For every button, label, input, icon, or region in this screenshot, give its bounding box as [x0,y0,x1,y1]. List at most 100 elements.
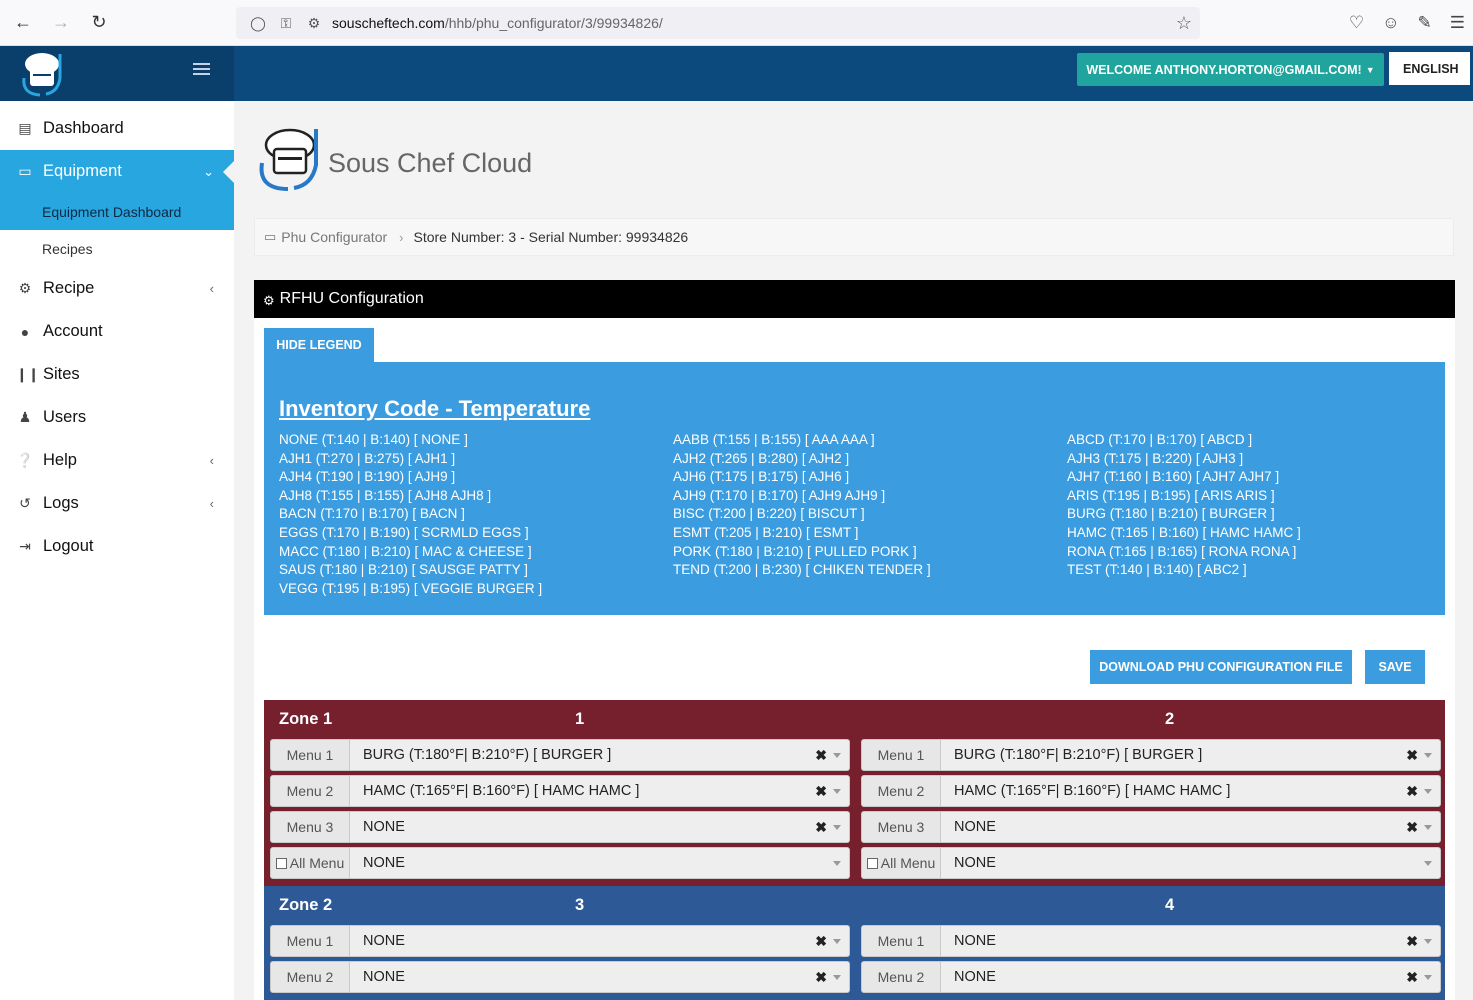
back-arrow-icon[interactable]: ← [4,0,42,46]
inventory-select[interactable]: NONE ✖ [941,961,1441,993]
clear-selection-icon[interactable]: ✖ [815,969,827,986]
chef-hat-logo-icon [22,53,62,97]
menu-icon[interactable]: ☰ [1450,13,1465,33]
legend-entry: TEND (T:200 | B:230) [ CHIKEN TENDER ] [673,562,931,578]
menu-row: Menu 1 NONE ✖ [270,925,850,957]
download-config-button[interactable]: DOWNLOAD PHU CONFIGURATION FILE [1090,650,1352,684]
inventory-select[interactable]: NONE ✖ [941,925,1441,957]
inventory-select[interactable]: NONE ✖ [350,811,850,843]
breadcrumb-current: Store Number: 3 - Serial Number: 9993482… [413,229,689,245]
all-menu-checkbox[interactable] [866,857,878,869]
sidebar: ▤ Dashboard ▭ Equipment ⌄ Equipment Dash… [0,101,234,1000]
sidebar-item-dashboard[interactable]: ▤ Dashboard [0,107,234,150]
chevron-left-icon: ‹ [209,281,214,296]
sidebar-item-help[interactable]: ❔ Help ‹ [0,439,234,482]
inventory-select[interactable]: NONE [350,847,850,879]
legend-entry: RONA (T:165 | B:165) [ RONA RONA ] [1067,543,1297,559]
menu-label: Menu 2 [861,961,941,993]
dropdown-arrow-icon[interactable] [833,789,841,794]
legend-entry: AJH2 (T:265 | B:280) [ AJH2 ] [673,450,850,466]
dropdown-arrow-icon[interactable] [833,753,841,758]
inventory-select[interactable]: NONE [941,847,1441,879]
all-menu-checkbox-label[interactable]: All Menu [270,847,350,879]
sidebar-item-label: Account [43,322,103,340]
sidebar-item-sites[interactable]: ❙❙ Sites [0,353,234,396]
forward-arrow-icon[interactable]: → [42,0,80,46]
dropdown-arrow-icon[interactable] [1424,753,1432,758]
app-header: WELCOME ANTHONY.HORTON@GMAIL.COM! ▼ ENGLI… [0,46,1473,101]
clear-selection-icon[interactable]: ✖ [1406,747,1418,764]
dropdown-arrow-icon[interactable] [833,861,841,866]
dropdown-arrow-icon[interactable] [833,825,841,830]
globe-icon: ● [20,323,30,340]
menu-label-text: Menu 1 [877,747,925,763]
zone-header: Zone 2 3 4 [264,886,1445,922]
dropdown-arrow-icon[interactable] [1424,939,1432,944]
inventory-select[interactable]: HAMC (T:165°F| B:160°F) [ HAMC HAMC ] ✖ [941,775,1441,807]
clear-selection-icon[interactable]: ✖ [815,933,827,950]
breadcrumb-root[interactable]: ▭ Phu Configurator [264,229,387,245]
chevron-right-icon: › [399,229,404,245]
url-host: souscheftech.com [332,15,445,31]
utensils-icon: ❙❙ [16,366,40,382]
bookmark-star-icon[interactable]: ☆ [1176,13,1192,34]
menu-label-text: Menu 2 [877,783,925,799]
all-menu-checkbox[interactable] [275,857,287,869]
sidebar-item-users[interactable]: ♟ Users [0,396,234,439]
inventory-select[interactable]: BURG (T:180°F| B:210°F) [ BURGER ] ✖ [941,739,1441,771]
sidebar-item-label: Logout [43,537,94,555]
dropdown-arrow-icon[interactable] [833,939,841,944]
zone-title: Zone 2 [279,896,333,914]
inventory-select-value: NONE [954,969,996,985]
address-bar[interactable]: ◯ ⚿ ⚙ souscheftech.com/hhb/phu_configura… [236,7,1200,39]
menu-label-text: All Menu [289,855,345,871]
sidebar-item-logs[interactable]: ↺ Logs ‹ [0,482,234,525]
sidebar-toggle-icon[interactable] [193,63,210,77]
clear-selection-icon[interactable]: ✖ [1406,819,1418,836]
inventory-select[interactable]: HAMC (T:165°F| B:160°F) [ HAMC HAMC ] ✖ [350,775,850,807]
sidebar-item-recipes[interactable]: Recipes [0,230,234,267]
sidebar-item-logout[interactable]: ⇥ Logout [0,525,234,568]
welcome-user-dropdown[interactable]: WELCOME ANTHONY.HORTON@GMAIL.COM! ▼ [1077,53,1384,86]
reload-icon[interactable]: ↻ [80,0,118,46]
menu-row: All Menu NONE [861,847,1441,879]
menu-label: Menu 1 [270,739,350,771]
clear-selection-icon[interactable]: ✖ [1406,783,1418,800]
legend-entry: AJH1 (T:270 | B:275) [ AJH1 ] [279,450,456,466]
legend-entry: PORK (T:180 | B:210) [ PULLED PORK ] [673,543,917,559]
inventory-select[interactable]: NONE ✖ [350,961,850,993]
site-settings-icon[interactable]: ⚙ [304,15,324,32]
dropdown-arrow-icon[interactable] [1424,861,1432,866]
legend-box: Inventory Code - Temperature NONE (T:140… [264,362,1445,615]
sidebar-item-account[interactable]: ● Account [0,310,234,353]
dropdown-arrow-icon[interactable] [833,975,841,980]
menu-label-text: Menu 2 [286,783,334,799]
sidebar-item-label: Logs [43,494,79,512]
inventory-select[interactable]: NONE ✖ [941,811,1441,843]
inventory-select-value: NONE [954,819,996,835]
clear-selection-icon[interactable]: ✖ [815,747,827,764]
sidebar-item-equipment-dashboard[interactable]: Equipment Dashboard [0,193,234,230]
hide-legend-button[interactable]: HIDE LEGEND [264,328,374,362]
language-select[interactable]: ENGLISH [1389,52,1470,85]
clear-selection-icon[interactable]: ✖ [1406,933,1418,950]
clear-selection-icon[interactable]: ✖ [815,783,827,800]
dropdown-arrow-icon[interactable] [1424,825,1432,830]
inventory-select[interactable]: BURG (T:180°F| B:210°F) [ BURGER ] ✖ [350,739,850,771]
extensions-icon[interactable]: ✎ [1418,13,1432,33]
clear-selection-icon[interactable]: ✖ [815,819,827,836]
sidebar-item-recipe[interactable]: ⚙ Recipe ‹ [0,267,234,310]
dropdown-arrow-icon[interactable] [1424,975,1432,980]
sidebar-item-equipment[interactable]: ▭ Equipment ⌄ [0,150,234,193]
menu-label: Menu 2 [270,775,350,807]
panel-title: RFHU Configuration [279,290,424,307]
dropdown-arrow-icon[interactable] [1424,789,1432,794]
account-icon[interactable]: ☺ [1382,13,1399,33]
chevron-left-icon: ‹ [209,496,214,511]
all-menu-checkbox-label[interactable]: All Menu [861,847,941,879]
save-button[interactable]: SAVE [1365,650,1425,684]
inventory-select[interactable]: NONE ✖ [350,925,850,957]
menu-label: Menu 2 [270,961,350,993]
clear-selection-icon[interactable]: ✖ [1406,969,1418,986]
pocket-icon[interactable]: ♡ [1349,13,1364,33]
